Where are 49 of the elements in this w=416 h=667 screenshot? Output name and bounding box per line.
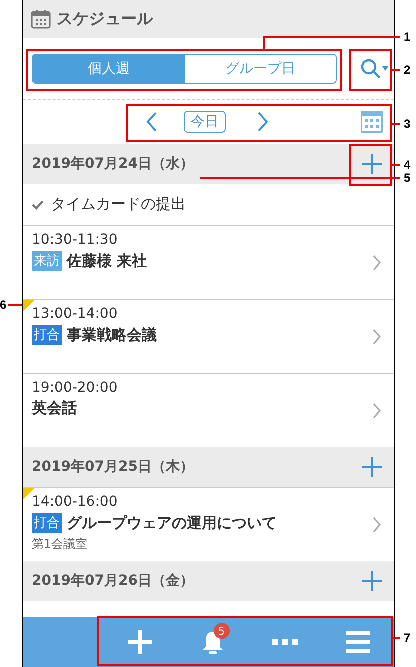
callout-number: 6 [0,298,7,312]
callout-frame [349,144,392,186]
event-title: 佐藤様 来社 [67,252,148,270]
leader-line [391,164,400,166]
previous-icon[interactable] [146,111,158,133]
day-date: 2019年07月26日（金） [32,572,194,590]
event-tag: 打合 [32,513,62,533]
event-time: 10:30-11:30 [32,232,119,248]
calendar-icon [31,9,51,29]
callout-number: 2 [404,63,411,77]
callout-number: 5 [404,171,411,185]
event-title: 事業戦略会議 [67,326,157,344]
event-location: 第1会議室 [32,536,89,553]
callout-number: 7 [404,631,411,645]
callout-number: 3 [404,117,411,131]
callout-number: 4 [404,158,411,172]
next-icon[interactable] [257,111,269,133]
event-title: 英会話 [32,399,77,418]
day-date: 2019年07月25日（木） [32,458,194,476]
add-icon[interactable] [361,153,383,175]
event-time: 13:00-14:00 [32,306,119,322]
leader-line [391,69,400,71]
leader-line [392,637,400,639]
event-time: 19:00-20:00 [32,380,119,396]
callout-number: 1 [404,30,411,44]
event-item[interactable]: 13:00-14:00 打合 事業戦略会議 [23,299,394,373]
leader-line [391,123,400,125]
task-title[interactable]: タイムカードの提出 [51,195,186,214]
more-icon[interactable] [272,639,298,645]
add-icon[interactable] [361,456,383,478]
event-item[interactable]: 10:30-11:30 来訪 佐藤様 来社 [23,225,394,299]
menu-icon[interactable] [346,631,370,653]
notification-badge: 5 [214,623,230,639]
chevron-icon [372,402,382,420]
event-title: グループウェアの運用について [67,514,277,532]
event-time: 14:00-16:00 [32,494,119,510]
chevron-icon [372,254,382,272]
add-icon[interactable] [361,570,383,592]
search-button[interactable] [360,58,390,80]
leader-line [8,304,22,306]
page-title: スケジュール [57,8,153,30]
day-date: 2019年07月24日（水） [32,155,194,173]
event-tag: 打合 [32,325,62,345]
event-tag: 来訪 [32,251,62,271]
callout-frame [349,49,392,91]
chevron-icon [372,328,382,346]
chevron-icon [372,516,382,534]
bell-icon[interactable] [200,629,225,655]
calendar-icon[interactable] [361,111,383,133]
